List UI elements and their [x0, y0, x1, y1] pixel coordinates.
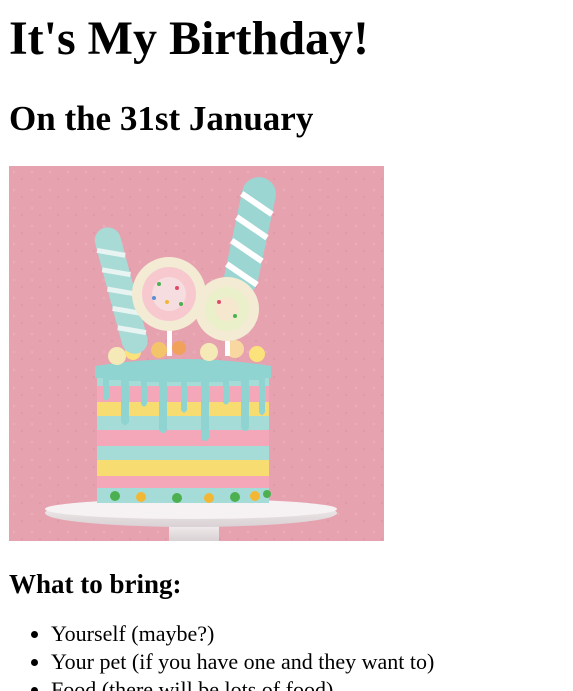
birthday-cake-image [9, 166, 384, 541]
list-item: Yourself (maybe?) [51, 620, 569, 648]
list-item: Food (there will be lots of food) [51, 676, 569, 691]
page-title: It's My Birthday! [9, 12, 369, 65]
bring-list: Yourself (maybe?) Your pet (if you have … [9, 620, 569, 691]
list-item: Your pet (if you have one and they want … [51, 648, 569, 676]
date-subtitle: On the 31st January [9, 99, 314, 138]
page-content: It's My Birthday! On the 31st January Wh… [9, 0, 569, 691]
bring-heading: What to bring: [9, 569, 182, 599]
